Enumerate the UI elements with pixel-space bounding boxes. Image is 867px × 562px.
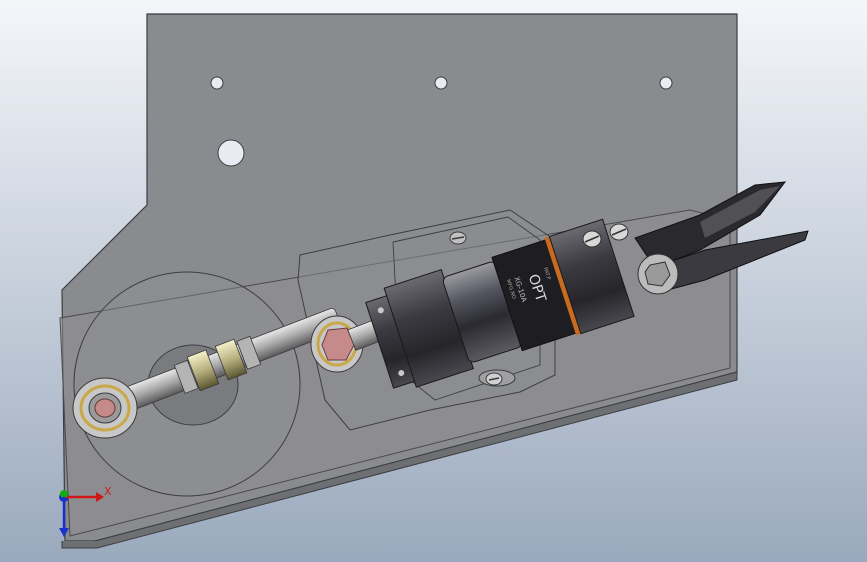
screw	[449, 231, 467, 245]
mounting-hole	[659, 76, 673, 90]
mounting-hole	[210, 76, 224, 90]
jaw-screw	[609, 223, 629, 241]
x-axis-label: X	[104, 485, 112, 498]
slotted-screw	[478, 369, 516, 387]
cad-model-view[interactable]: OPT XG-10A MFG.NO PAT.P X	[0, 0, 867, 562]
jaw-screw	[582, 230, 602, 248]
mounting-hole	[434, 76, 448, 90]
left-rod-end[interactable]	[72, 377, 138, 439]
jaw-pivot-bolt	[637, 253, 679, 295]
large-hole	[217, 139, 245, 167]
cad-viewport[interactable]: OPT XG-10A MFG.NO PAT.P X	[0, 0, 867, 562]
